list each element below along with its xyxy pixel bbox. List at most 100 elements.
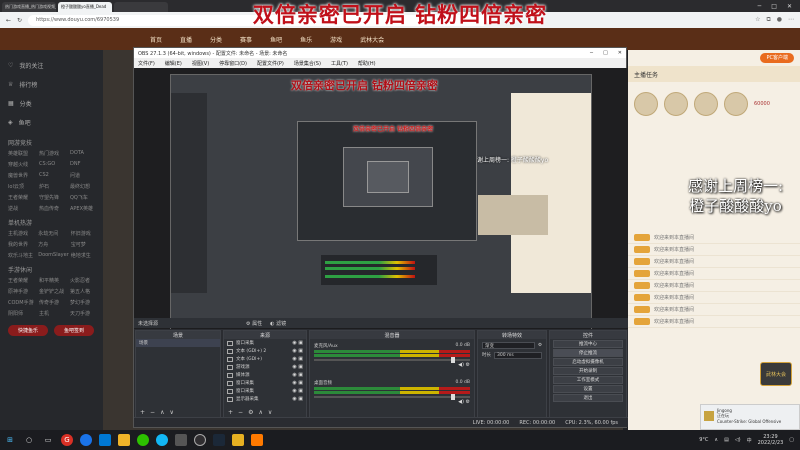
sidebar-category-link[interactable]: 炉石 — [39, 183, 68, 190]
fan-avatar[interactable] — [634, 92, 658, 116]
sidebar-category-link[interactable]: 守望先锋 — [39, 194, 68, 201]
sidebar-category-link[interactable]: 和平精英 — [39, 277, 68, 284]
speaker-icon[interactable]: ◀) — [458, 362, 464, 368]
sidebar-category-link[interactable]: 穿越火线 — [8, 161, 37, 168]
weather-readout[interactable]: 9°C — [699, 437, 708, 443]
filters-button[interactable]: ◐ 滤镜 — [270, 320, 286, 327]
visibility-icon[interactable]: ◉ ▣ — [292, 364, 303, 370]
visibility-icon[interactable]: ◉ ▣ — [292, 388, 303, 394]
sidebar-category-link[interactable]: 欢乐斗地主 — [8, 252, 36, 259]
control-button[interactable]: 设置 — [553, 385, 623, 393]
store-icon[interactable] — [99, 434, 111, 446]
nav-item[interactable]: 首页 — [150, 35, 162, 44]
menu-item[interactable]: 工具(T) — [331, 60, 348, 67]
sidebar-category-link[interactable]: 阴阳师 — [8, 310, 37, 317]
windows-start-icon[interactable]: ⊞ — [4, 434, 16, 446]
clock[interactable]: 23:29 2022/2/23 — [758, 434, 784, 446]
sidebar-category-link[interactable]: 魔兽世界 — [8, 172, 37, 179]
control-button[interactable]: 退出 — [553, 394, 623, 402]
fan-avatar[interactable] — [694, 92, 718, 116]
nav-item[interactable]: 直播 — [180, 35, 192, 44]
volume-slider[interactable] — [314, 357, 470, 363]
source-item[interactable]: 窗口采集 ◉ ▣ — [224, 379, 306, 387]
control-button[interactable]: 停止推流 — [553, 349, 623, 357]
taskview-icon[interactable]: ▭ — [42, 434, 54, 446]
sidebar-category-link[interactable]: 绝地求生 — [71, 252, 99, 259]
menu-item[interactable]: 视图(V) — [192, 60, 209, 67]
volume-icon[interactable]: ◁) — [735, 437, 741, 443]
speaker-icon[interactable]: ◀) — [458, 399, 464, 405]
sidebar-category-link[interactable]: 王者荣耀 — [8, 194, 37, 201]
game-notification[interactable]: Jingong 正在玩 Counter-Strike: Global Offen… — [700, 404, 800, 430]
move-up-icon[interactable]: ∧ — [258, 409, 262, 416]
quick-fun-button[interactable]: 快捷鱼乐 — [8, 325, 48, 336]
app-icon[interactable] — [175, 434, 187, 446]
visibility-icon[interactable]: ◉ ▣ — [292, 380, 303, 386]
sidebar-category-link[interactable]: 主机游戏 — [8, 230, 36, 237]
sidebar-category-link[interactable]: 传奇手游 — [39, 299, 68, 306]
menu-item[interactable]: 文件(F) — [138, 60, 155, 67]
remove-icon[interactable]: − — [150, 409, 155, 416]
notification-icon[interactable]: ▢ — [789, 437, 794, 443]
scene-item[interactable]: 场景 — [136, 339, 220, 347]
visibility-icon[interactable]: ◉ ▣ — [292, 372, 303, 378]
douyu-icon[interactable] — [251, 434, 263, 446]
sidebar-category-link[interactable]: QQ飞车 — [70, 194, 99, 201]
browser-tab[interactable] — [114, 2, 168, 12]
close-icon[interactable]: ✕ — [787, 3, 792, 10]
chevron-up-icon[interactable]: ∧ — [714, 437, 718, 443]
properties-button[interactable]: ⚙ 属性 — [246, 320, 262, 327]
sidebar-category-link[interactable]: 热血传奇 — [39, 205, 68, 212]
network-icon[interactable]: ▤ — [724, 437, 729, 443]
gear-icon[interactable]: ⚙ — [248, 409, 253, 416]
sidebar-category-link[interactable]: CODM手游 — [8, 299, 37, 306]
add-icon[interactable]: + — [140, 409, 145, 416]
sidebar-category-link[interactable]: 金铲铲之战 — [39, 288, 68, 295]
sidebar-category-link[interactable]: DoomSlayer — [38, 252, 69, 259]
minimize-icon[interactable]: ─ — [590, 50, 593, 56]
sidebar-category-link[interactable]: 天刀手游 — [70, 310, 99, 317]
sidebar-category-link[interactable]: 热门游戏 — [39, 150, 68, 157]
nav-item[interactable]: 赛事 — [240, 35, 252, 44]
ime-indicator[interactable]: 中 — [747, 437, 752, 444]
sidebar-category-link[interactable]: 我的世界 — [8, 241, 36, 248]
menu-item[interactable]: 配置文件(P) — [257, 60, 284, 67]
control-button[interactable]: 开始录制 — [553, 367, 623, 375]
gear-icon[interactable]: ⚙ — [466, 362, 470, 368]
sidebar-category-link[interactable]: 永劫无间 — [38, 230, 69, 237]
visibility-icon[interactable]: ◉ ▣ — [292, 356, 303, 362]
sidebar-item-follow[interactable]: ♡ 我的关注 — [4, 56, 99, 75]
sidebar-category-link[interactable]: 主机 — [39, 310, 68, 317]
move-down-icon[interactable]: ∨ — [169, 409, 173, 416]
gear-icon[interactable]: ⚙ — [538, 343, 542, 348]
move-up-icon[interactable]: ∧ — [160, 409, 164, 416]
sidebar-category-link[interactable]: APEX英雄 — [70, 205, 99, 212]
sidebar-category-link[interactable]: 逆战 — [8, 205, 37, 212]
checkin-button[interactable]: 鱼吧签到 — [54, 325, 94, 336]
source-item[interactable]: 显示器采集 ◉ ▣ — [224, 395, 306, 403]
steam-icon[interactable] — [213, 434, 225, 446]
close-icon[interactable]: ✕ — [618, 50, 622, 56]
sidebar-category-link[interactable]: 宝可梦 — [71, 241, 99, 248]
sidebar-category-link[interactable]: CS:GO — [39, 161, 68, 168]
collections-icon[interactable]: ⧉ — [766, 16, 770, 24]
add-icon[interactable]: + — [228, 409, 233, 416]
pc-client-button[interactable]: PC客户端 — [760, 53, 794, 63]
move-down-icon[interactable]: ∨ — [268, 409, 272, 416]
folder-icon[interactable] — [118, 434, 130, 446]
fan-avatar[interactable] — [664, 92, 688, 116]
control-button[interactable]: 工作室模式 — [553, 376, 623, 384]
duration-input[interactable]: 300 ms — [494, 351, 542, 359]
control-button[interactable]: 启动虚拟摄像机 — [553, 358, 623, 366]
chrome-icon[interactable]: G — [61, 434, 73, 446]
maximize-icon[interactable]: □ — [603, 50, 608, 56]
gear-icon[interactable]: ⚙ — [466, 399, 470, 405]
qq-icon[interactable] — [156, 434, 168, 446]
visibility-icon[interactable]: ◉ ▣ — [292, 396, 303, 402]
sidebar-category-link[interactable]: lol云顶 — [8, 183, 37, 190]
transition-select[interactable]: 渐变 — [482, 341, 535, 349]
minimize-icon[interactable]: ─ — [758, 3, 762, 10]
back-icon[interactable]: ← — [6, 17, 11, 24]
refresh-icon[interactable]: ↻ — [17, 17, 22, 24]
sidebar-item-rank[interactable]: ♕ 排行榜 — [4, 75, 99, 94]
